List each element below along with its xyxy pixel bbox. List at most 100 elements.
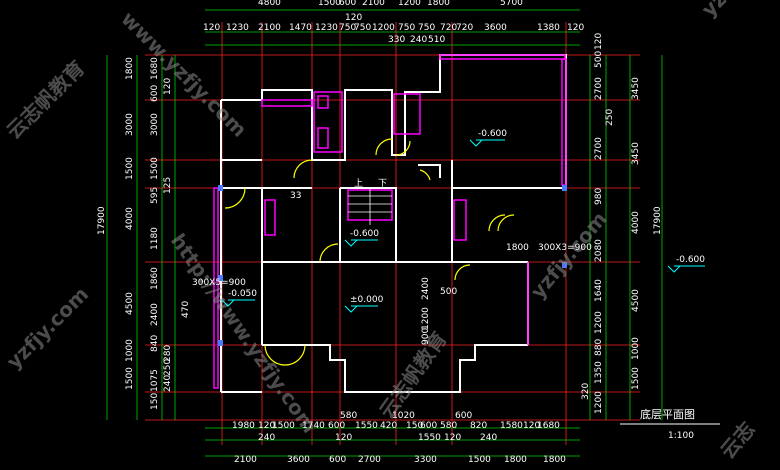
dim-rs-5: 320 [581, 383, 591, 400]
dim-bs-3: 1550 [418, 433, 441, 443]
dim-td-13: 3600 [484, 23, 507, 33]
dim-lo-5: 4500 [125, 292, 135, 315]
dim-bm-3: 600 [455, 411, 472, 421]
dim-li-3: 3000 [150, 113, 160, 136]
dim-int-33: 33 [290, 191, 301, 201]
dim-ri-6: 980 [594, 188, 604, 205]
dim-bo-1: 2100 [234, 455, 257, 465]
dim-ri-2: 500 [594, 51, 604, 68]
dim-li-6: 1180 [150, 227, 160, 250]
dim-td-14: 1380 [537, 23, 560, 33]
dim-int-900: 900 [421, 328, 431, 345]
dim-lo-6: 1000 [125, 339, 135, 362]
dim-bd-5: 600 [328, 421, 345, 431]
dim-lo-7: 1500 [125, 367, 135, 390]
dim-top-1: 4800 [258, 0, 281, 8]
dim-top-mid: 120 [345, 13, 362, 23]
dim-li-1: 1680 [150, 57, 160, 80]
doors [224, 138, 515, 366]
dim-li-5: 595 [150, 187, 160, 204]
dim-li-10: 1075 [150, 369, 160, 392]
dim-li-7: 1860 [150, 267, 160, 290]
dim-ro-6: 1500 [631, 367, 641, 390]
stair-up: 上 [354, 178, 363, 189]
dim-td-15: 120 [567, 23, 584, 33]
dim-ri-8: 1640 [594, 279, 604, 302]
dim-li-11: 150 [150, 393, 160, 410]
dim-bm-2: 1020 [392, 411, 415, 421]
dim-bs-2: 120 [335, 433, 352, 443]
dim-bd-1: 1980 [232, 421, 255, 431]
level-center: ±0.000 [350, 295, 384, 305]
dim-ri-7: 2080 [594, 239, 604, 262]
dim-ts-3: 510 [428, 35, 445, 45]
dim-bo-4: 2700 [358, 455, 381, 465]
dim-ro-4: 4500 [631, 289, 641, 312]
dim-ri-12: 1200 [594, 391, 604, 414]
dim-bd-4: 1740 [302, 421, 325, 431]
dim-left-overall: 17900 [97, 206, 107, 235]
dim-ts-2: 240 [410, 35, 427, 45]
dim-bd-6: 1550 [355, 421, 378, 431]
dim-ls-3: 125 [163, 177, 173, 194]
dim-lo-4: 4000 [125, 207, 135, 230]
dim-bd-7: 420 [380, 421, 397, 431]
dim-td-8: 1200 [372, 23, 395, 33]
dim-int-2400: 2400 [421, 277, 431, 300]
dim-bo-5: 3300 [414, 455, 437, 465]
dim-top-5: 1200 [398, 0, 421, 8]
dim-bd-11: 820 [470, 421, 487, 431]
dim-ri-5: 2700 [594, 137, 604, 160]
dim-ri-3: 2700 [594, 77, 604, 100]
level-left: -0.050 [228, 289, 257, 299]
dim-bo-2: 3600 [287, 455, 310, 465]
watermarks: yzfjy.com 云志帆教育 www.yzfjy.com http://www… [2, 0, 780, 463]
watermark-7: yzfjy.com [2, 282, 94, 374]
dim-top-2: 1500 [318, 0, 341, 8]
dim-ri-10: 880 [594, 339, 604, 356]
dim-ri-11: 1350 [594, 361, 604, 384]
dim-int-500: 500 [440, 287, 457, 297]
dim-bd-14: 1680 [537, 421, 560, 431]
top-overall-dims: 4800 1500 600 2100 1200 1800 5700 120 [258, 0, 523, 23]
dim-ls-7: 250 [163, 359, 173, 376]
dim-int-300x3: 300X3=900 [538, 243, 592, 253]
level-far-right: -0.600 [676, 255, 705, 265]
fixtures [213, 54, 567, 389]
dim-bd-9: 600 [420, 421, 437, 431]
dim-bs-1: 240 [258, 433, 275, 443]
level-stair: -0.600 [350, 229, 379, 239]
dim-ls-5: 470 [181, 301, 191, 318]
dim-bo-7: 1800 [504, 455, 527, 465]
dim-ro-1: 3450 [631, 77, 641, 100]
watermark-1: yzfjy.com [697, 0, 780, 22]
watermark-8: 云志 [715, 417, 759, 463]
dim-td-9: 750 [398, 23, 415, 33]
dim-li-4: 1500 [150, 157, 160, 180]
dim-td-3: 2100 [258, 23, 281, 33]
dim-td-12: 720 [456, 23, 473, 33]
dim-li-9: 840 [150, 335, 160, 352]
dim-int-300x5: 300X5=900 [192, 278, 246, 288]
floor-plan-canvas: yzfjy.com 云志帆教育 www.yzfjy.com http://www… [2, 0, 780, 465]
dim-bd-3: 1500 [272, 421, 295, 431]
dim-ro-3: 4000 [631, 211, 641, 234]
dim-ro-2: 3450 [631, 142, 641, 165]
dim-td-11: 720 [440, 23, 457, 33]
dim-ls-1: 120 [163, 78, 173, 95]
stair-down: 下 [378, 179, 387, 189]
dim-top-6: 1800 [427, 0, 450, 8]
dim-lo-2: 3000 [125, 113, 135, 136]
dim-bo-6: 1500 [468, 455, 491, 465]
dim-ri-4: 250 [605, 109, 615, 126]
dim-int-1800: 1800 [506, 243, 529, 253]
drawing-title: 底层平面图 [640, 407, 695, 421]
dim-ls-8: 240 [163, 375, 173, 392]
dim-top-7: 5700 [500, 0, 523, 8]
dim-bd-12: 1580 [500, 421, 523, 431]
dim-td-4: 1470 [289, 23, 312, 33]
left-dims: 17900 1800 3000 1500 4000 4500 1000 1500… [97, 57, 191, 410]
title-block: 底层平面图 1:100 [620, 407, 720, 441]
dim-bo-3: 600 [329, 455, 346, 465]
dim-top-3: 600 [339, 0, 356, 8]
